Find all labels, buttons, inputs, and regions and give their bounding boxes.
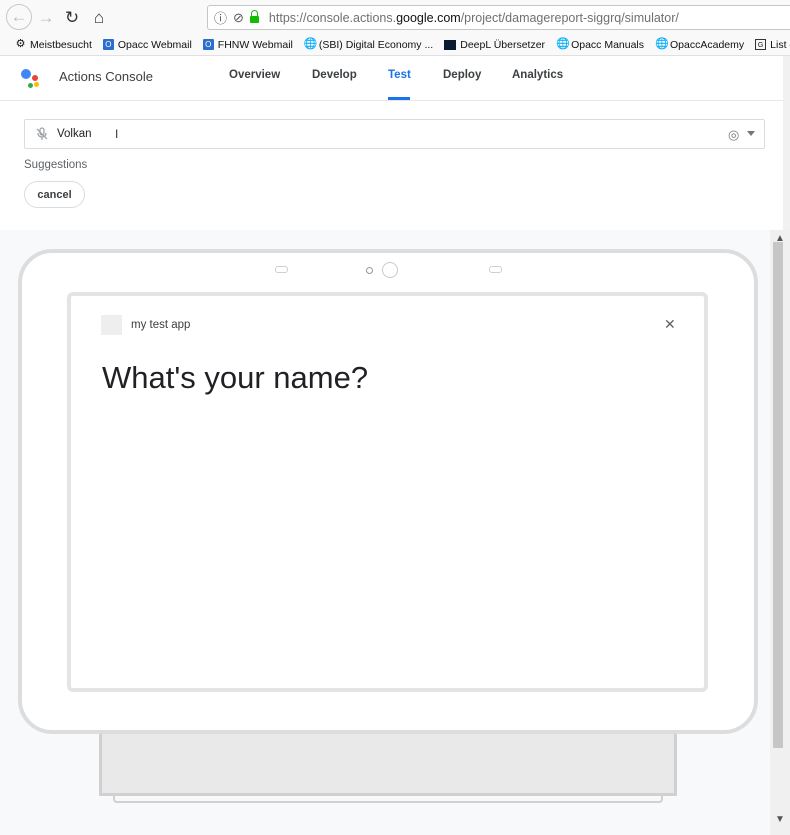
- logo-dot-blue: [21, 69, 31, 79]
- bookmark-meistbesucht[interactable]: ⚙ Meistbesucht: [15, 39, 92, 51]
- device-stand-base: [113, 795, 663, 803]
- home-icon[interactable]: ⌂: [87, 6, 111, 30]
- lock-icon[interactable]: [249, 10, 259, 23]
- address-bar[interactable]: ⓘ ⊘ https://console.actions.google.com/p…: [207, 5, 790, 30]
- browser-toolbar: ← → ↻ ⌂ ⓘ ⊘ https://console.actions.goog…: [0, 0, 790, 35]
- assistant-input-icon[interactable]: ◎: [728, 127, 739, 143]
- device-app-name: my test app: [131, 319, 191, 331]
- scrollbar-thumb[interactable]: [773, 242, 783, 748]
- tab-develop[interactable]: Develop: [312, 69, 357, 81]
- tab-analytics[interactable]: Analytics: [512, 69, 563, 81]
- tab-deploy[interactable]: Deploy: [443, 69, 481, 81]
- globe-icon: 🌐: [556, 38, 570, 50]
- info-icon[interactable]: ⓘ: [214, 8, 227, 27]
- chevron-down-icon[interactable]: [747, 131, 755, 136]
- device-screen: [67, 292, 708, 692]
- forward-arrow-icon[interactable]: →: [34, 6, 58, 30]
- url-text[interactable]: https://console.actions.google.com/proje…: [269, 11, 679, 25]
- logo-dot-red: [32, 75, 38, 81]
- device-sensor-left: [275, 266, 288, 273]
- text-cursor-icon: I: [115, 127, 119, 141]
- bookmark-sql-commands[interactable]: GList of SQL Com: [755, 39, 790, 51]
- bookmark-fhnw-webmail[interactable]: O FHNW Webmail: [202, 39, 293, 51]
- reload-icon[interactable]: ↻: [60, 6, 84, 30]
- right-edge: [783, 56, 790, 230]
- simulator-input-text[interactable]: Volkan: [57, 128, 92, 140]
- outlook-icon: O: [202, 39, 214, 50]
- back-arrow-icon[interactable]: ←: [6, 4, 32, 30]
- device-camera-ring: [382, 262, 398, 278]
- google-assistant-logo-icon: [21, 67, 43, 89]
- suggestion-chip-cancel[interactable]: cancel: [24, 181, 85, 208]
- bookmark-opacc-academy[interactable]: 🌐 OpaccAcademy: [655, 39, 744, 51]
- document-icon: G: [755, 39, 767, 50]
- outlook-icon: O: [102, 39, 114, 50]
- bookmarks-bar: ⚙ Meistbesucht O Opacc Webmail O FHNW Webma…: [0, 34, 790, 56]
- scroll-down-icon[interactable]: ▼: [775, 814, 785, 825]
- simulator-query-input[interactable]: Volkan I ◎: [24, 119, 765, 149]
- device-stand: [99, 734, 677, 796]
- logo-dot-yellow: [34, 82, 39, 87]
- assistant-prompt: What's your name?: [102, 360, 369, 395]
- bookmark-deepl[interactable]: DeepL Übersetzer: [444, 39, 545, 51]
- vertical-scrollbar[interactable]: ▲ ▼: [770, 230, 790, 835]
- bookmark-opacc-webmail[interactable]: O Opacc Webmail: [102, 39, 192, 51]
- deepl-icon: [444, 39, 457, 50]
- app-icon: [101, 315, 122, 335]
- tracking-icon[interactable]: ⊘: [233, 10, 244, 26]
- device-sensor-right: [489, 266, 502, 273]
- bookmark-digital-economy[interactable]: 🌐 (SBI) Digital Economy ...: [304, 39, 433, 51]
- suggestions-label: Suggestions: [24, 159, 88, 171]
- device-camera-dot: [366, 267, 373, 274]
- tab-test[interactable]: Test: [388, 69, 411, 81]
- globe-icon: 🌐: [303, 38, 318, 50]
- globe-icon: 🌐: [655, 38, 669, 50]
- gear-icon: ⚙: [15, 38, 26, 50]
- app-title[interactable]: Actions Console: [59, 69, 153, 84]
- tab-overview[interactable]: Overview: [229, 69, 280, 81]
- mic-off-icon[interactable]: [35, 127, 49, 141]
- bookmark-opacc-manuals[interactable]: 🌐 Opacc Manuals: [556, 39, 644, 51]
- close-icon[interactable]: ✕: [664, 316, 676, 333]
- active-tab-indicator: [388, 97, 410, 100]
- app-header: Actions Console Overview Develop Test De…: [0, 56, 790, 101]
- logo-dot-green: [28, 83, 33, 88]
